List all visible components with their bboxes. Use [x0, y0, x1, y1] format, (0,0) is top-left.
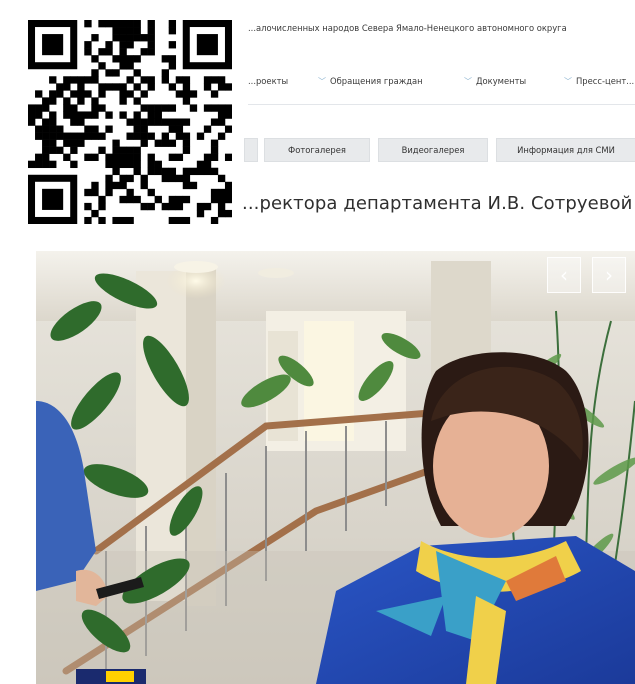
nav-item-documents[interactable]: ﹀ Документы	[464, 76, 526, 87]
tab-media-info[interactable]: Информация для СМИ	[496, 138, 635, 162]
chevron-right-icon: ›	[605, 263, 613, 287]
nav-item-label: ...роекты	[248, 76, 289, 86]
nav-divider	[248, 104, 635, 105]
gallery-prev-button[interactable]: ‹	[547, 257, 581, 293]
nav-item-label: Пресс-цент...	[576, 76, 635, 86]
tab-video-gallery[interactable]: Видеогалерея	[378, 138, 488, 162]
chevron-left-icon: ‹	[560, 263, 568, 287]
article-photo	[36, 251, 635, 684]
photo-illustration	[36, 251, 635, 684]
tab-label: Информация для СМИ	[517, 145, 615, 155]
tab-label: Видеогалерея	[401, 145, 465, 155]
tab-label: Фотогалерея	[288, 145, 346, 155]
tab-partial[interactable]	[244, 138, 258, 162]
nav-item-citizen-appeals[interactable]: ﹀ Обращения граждан	[318, 76, 423, 87]
tab-photo-gallery[interactable]: Фотогалерея	[264, 138, 370, 162]
gallery-next-button[interactable]: ›	[592, 257, 626, 293]
nav-item-label: Документы	[476, 76, 527, 86]
chevron-down-icon: ﹀	[318, 77, 326, 86]
nav-item-label: Обращения граждан	[330, 76, 423, 86]
chevron-down-icon: ﹀	[464, 77, 472, 86]
chevron-down-icon: ﹀	[564, 77, 572, 86]
qr-code	[28, 20, 232, 224]
nav-item-projects[interactable]: ...роекты	[248, 76, 288, 86]
nav-item-press-center[interactable]: ﹀ Пресс-цент...	[564, 76, 634, 87]
organization-name: ...алочисленных народов Севера Ямало-Нен…	[248, 23, 567, 33]
main-navigation: ...роекты ﹀ Обращения граждан ﹀ Документы …	[248, 76, 635, 90]
article-title: ...ректора департамента И.В. Сотруевой	[242, 193, 633, 214]
